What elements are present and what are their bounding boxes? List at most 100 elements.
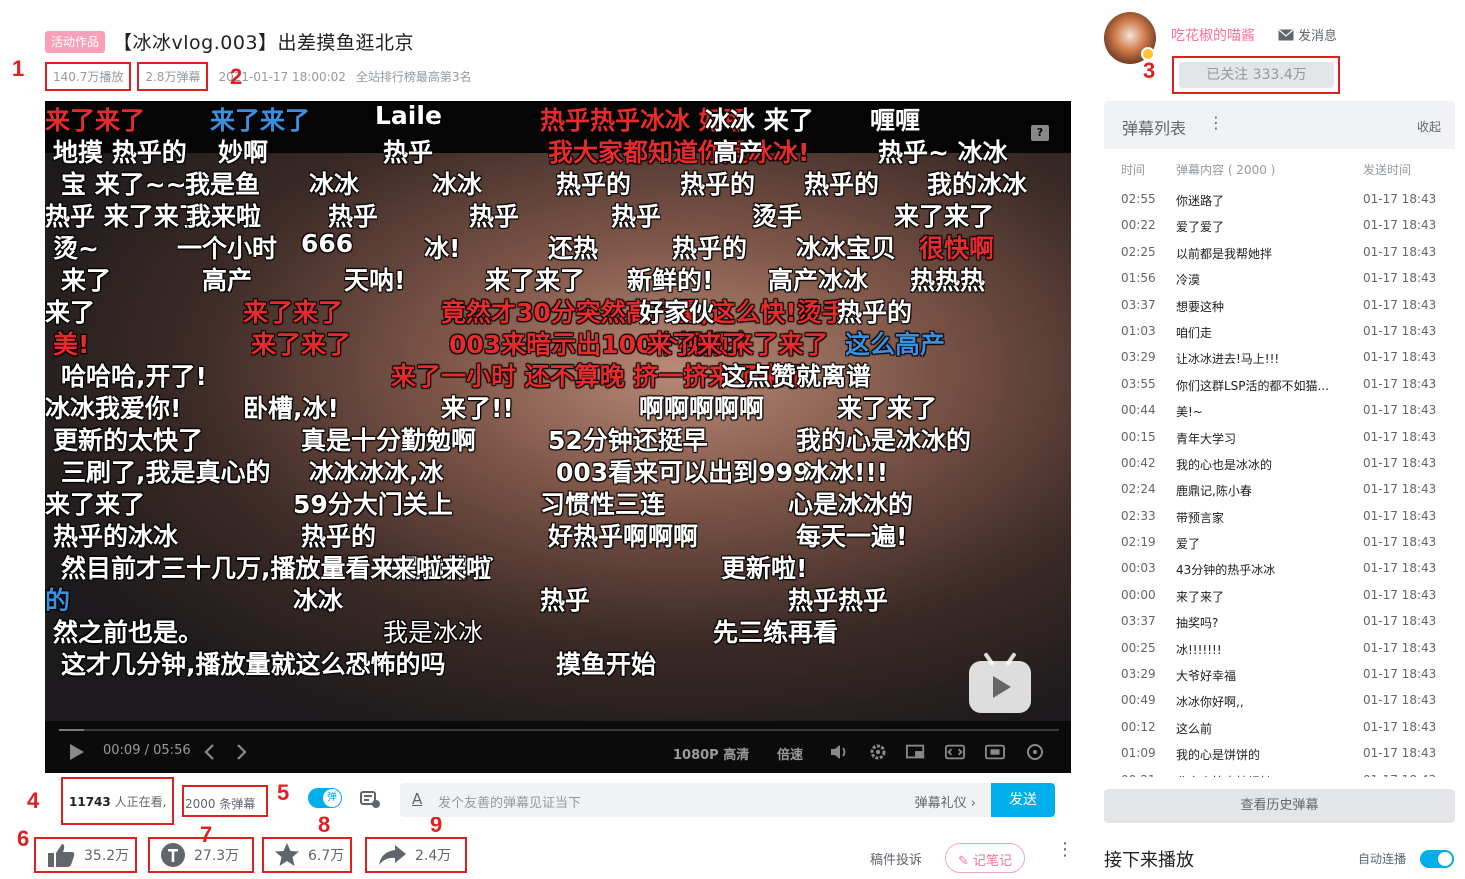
danmaku-comment[interactable]: 热乎的 xyxy=(837,293,912,329)
danmaku-row[interactable]: 01:09 我的心是饼饼的 01-17 18:43 xyxy=(1104,741,1455,767)
webfullscreen-icon[interactable] xyxy=(985,743,1005,761)
danmaku-comment[interactable]: 来啦来啦 xyxy=(391,549,491,585)
danmaku-comment[interactable]: 来了来了 xyxy=(210,101,310,137)
favorite-button[interactable]: 6.7万 xyxy=(262,837,352,873)
danmaku-comment[interactable]: 我的心是冰冰的 xyxy=(796,421,971,457)
danmaku-comment[interactable]: 每天一遍! xyxy=(796,517,907,553)
danmaku-settings-icon[interactable] xyxy=(359,789,381,809)
danmaku-comment[interactable]: Laile xyxy=(375,101,442,130)
danmaku-comment[interactable]: 冰冰!!! xyxy=(804,453,888,489)
send-danmaku-button[interactable]: 发送 xyxy=(991,783,1055,817)
danmaku-comment[interactable]: 59分大门关上 xyxy=(293,485,453,521)
danmaku-comment[interactable]: 来了来了 xyxy=(894,197,994,233)
danmaku-etiquette-link[interactable]: 弹幕礼仪 › xyxy=(915,792,976,811)
danmaku-comment[interactable]: 来了 xyxy=(45,293,95,329)
danmaku-row[interactable]: 02:19 爱了 01-17 18:43 xyxy=(1104,530,1455,556)
danmaku-comment[interactable]: 冰冰我爱你! xyxy=(45,389,181,425)
danmaku-comment[interactable]: 来了来了 xyxy=(251,325,351,361)
like-button[interactable]: 35.2万 xyxy=(34,837,137,873)
volume-icon[interactable] xyxy=(829,743,849,761)
fullscreen-icon[interactable] xyxy=(1025,743,1045,761)
danmaku-row[interactable]: 02:55 你迷路了 01-17 18:43 xyxy=(1104,187,1455,213)
danmaku-comment[interactable]: 热乎的 xyxy=(556,165,631,201)
col-content[interactable]: 弹幕内容 ( 2000 ) xyxy=(1176,161,1275,178)
danmaku-comment[interactable]: 热乎 xyxy=(469,197,519,233)
danmaku-row[interactable]: 00:49 冰冰你好啊,, 01-17 18:43 xyxy=(1104,688,1455,714)
danmaku-row[interactable]: 00:03 43分钟的热乎冰冰 01-17 18:43 xyxy=(1104,556,1455,582)
danmaku-row[interactable]: 00:12 这么前 01-17 18:43 xyxy=(1104,715,1455,741)
danmaku-comment[interactable]: 好热乎啊啊啊 xyxy=(548,517,698,553)
danmaku-comment[interactable]: 的 xyxy=(45,581,70,617)
autoplay-toggle[interactable] xyxy=(1420,850,1454,868)
danmaku-comment[interactable]: 来了来了 xyxy=(45,485,145,521)
danmaku-row[interactable]: 00:00 来了来了 01-17 18:43 xyxy=(1104,583,1455,609)
danmaku-row[interactable]: 00:15 青年大学习 01-17 18:43 xyxy=(1104,425,1455,451)
danmaku-comment[interactable]: 来了 xyxy=(61,261,111,297)
danmaku-comment[interactable]: 我的冰冰 xyxy=(927,165,1027,201)
danmaku-comment[interactable]: 热乎 xyxy=(540,581,590,617)
danmaku-comment[interactable]: 003看来可以出到999 xyxy=(556,453,810,489)
send-message-link[interactable]: 发消息 xyxy=(1278,25,1337,44)
danmaku-list[interactable]: 02:55 你迷路了 01-17 18:43 00:22 爱了爱了 01-17 18:43… xyxy=(1104,187,1455,777)
note-button[interactable]: ✎ 记笔记 xyxy=(945,843,1025,873)
danmaku-row[interactable]: 03:37 想要这种 01-17 18:43 xyxy=(1104,293,1455,319)
danmaku-comment[interactable]: 来了来了 xyxy=(485,261,585,297)
danmaku-comment[interactable]: 真是十分勤勉啊 xyxy=(301,421,476,457)
danmaku-row[interactable]: 03:29 大爷好幸福 01-17 18:43 xyxy=(1104,662,1455,688)
settings-icon[interactable] xyxy=(868,743,888,761)
danmaku-row[interactable]: 03:29 让冰冰进去!马上!!! 01-17 18:43 xyxy=(1104,345,1455,371)
progress-bar[interactable] xyxy=(59,729,1059,731)
danmaku-comment[interactable]: 来了来了 xyxy=(647,325,747,361)
history-danmaku-button[interactable]: 查看历史弹幕 xyxy=(1104,789,1455,823)
danmaku-comment[interactable]: 啊啊啊啊啊 xyxy=(639,389,764,425)
danmaku-comment[interactable]: 666 xyxy=(301,229,353,258)
danmaku-comment[interactable]: 我是冰冰 xyxy=(383,613,483,649)
danmaku-comment[interactable]: 高产冰冰 xyxy=(768,261,868,297)
danmaku-comment[interactable]: 热乎的 xyxy=(672,229,747,265)
widescreen-icon[interactable] xyxy=(945,743,965,761)
share-button[interactable]: 2.4万 xyxy=(365,837,467,873)
danmaku-comment[interactable]: 热乎热乎 xyxy=(788,581,888,617)
danmaku-comment[interactable]: 来了来了 xyxy=(243,293,343,329)
danmaku-comment[interactable]: 热乎 xyxy=(383,133,433,169)
danmaku-comment[interactable]: 冰! xyxy=(424,229,460,265)
danmaku-comment[interactable]: 这点赞就离谱 xyxy=(721,357,871,393)
collapse-button[interactable]: 收起 xyxy=(1417,118,1441,135)
danmaku-comment[interactable]: 冰冰宝贝 xyxy=(796,229,896,265)
danmaku-comment[interactable]: 来了!! xyxy=(441,389,514,425)
danmaku-comment[interactable]: 很快啊 xyxy=(919,229,994,265)
danmaku-comment[interactable]: 热热热 xyxy=(910,261,985,297)
pip-icon[interactable] xyxy=(906,743,926,761)
report-link[interactable]: 稿件投诉 xyxy=(870,849,922,868)
danmaku-list-menu-icon[interactable]: ⋮ xyxy=(1208,113,1224,132)
danmaku-comment[interactable]: 美! xyxy=(53,325,89,361)
danmaku-comment[interactable]: 然之前也是。 xyxy=(53,613,203,649)
danmaku-comment[interactable]: 新鲜的! xyxy=(627,261,713,297)
danmaku-row[interactable]: 03:37 抽奖吗? 01-17 18:43 xyxy=(1104,609,1455,635)
danmaku-comment[interactable]: 一个小时 xyxy=(177,229,277,265)
danmaku-comment[interactable]: 来了来了 xyxy=(45,101,145,137)
danmaku-comment[interactable]: 热乎的 xyxy=(301,517,376,553)
danmaku-comment[interactable]: 52分钟还挺早 xyxy=(548,421,708,457)
danmaku-comment[interactable]: 003来暗示出100个视频来了来了 xyxy=(449,325,828,361)
danmaku-comment[interactable]: 卧槽,冰! xyxy=(243,389,339,425)
danmaku-row[interactable]: 01:56 冷漠 01-17 18:43 xyxy=(1104,266,1455,292)
danmaku-style-icon[interactable]: A xyxy=(412,790,422,808)
danmaku-comment[interactable]: 热乎 来了来了 xyxy=(45,197,204,233)
rank-info[interactable]: 全站排行榜最高第3名 xyxy=(356,68,472,85)
danmaku-comment[interactable]: 来了来了 xyxy=(837,389,937,425)
danmaku-comment[interactable]: 冰冰 来了 xyxy=(705,101,814,137)
danmaku-row[interactable]: 01:03 咱们走 01-17 18:43 xyxy=(1104,319,1455,345)
danmaku-row[interactable]: 02:33 带预言家 01-17 18:43 xyxy=(1104,504,1455,530)
danmaku-comment[interactable]: 更新的太快了 xyxy=(53,421,203,457)
danmaku-comment[interactable]: 天呐! xyxy=(344,261,405,297)
danmaku-comment[interactable]: 还热 xyxy=(548,229,598,265)
danmaku-comment[interactable]: 哈哈哈,开了! xyxy=(61,357,207,393)
video-player[interactable]: ? 来了来了 来了来了 Laile 热乎热乎冰冰 好耶 冰冰 来了 喱喱 地摸 热乎的 妙啊热… xyxy=(45,101,1071,773)
danmaku-row[interactable]: 00:25 冰!!!!!!! 01-17 18:43 xyxy=(1104,636,1455,662)
danmaku-row[interactable]: 02:25 以前都是我帮她拌 01-17 18:43 xyxy=(1104,240,1455,266)
speed-selector[interactable]: 倍速 xyxy=(777,744,803,763)
coin-button[interactable]: 27.3万 xyxy=(148,837,254,873)
danmaku-comment[interactable]: 热乎的 xyxy=(680,165,755,201)
danmaku-row[interactable]: 03:55 你们这群LSP活的都不如猫... 01-17 18:43 xyxy=(1104,372,1455,398)
